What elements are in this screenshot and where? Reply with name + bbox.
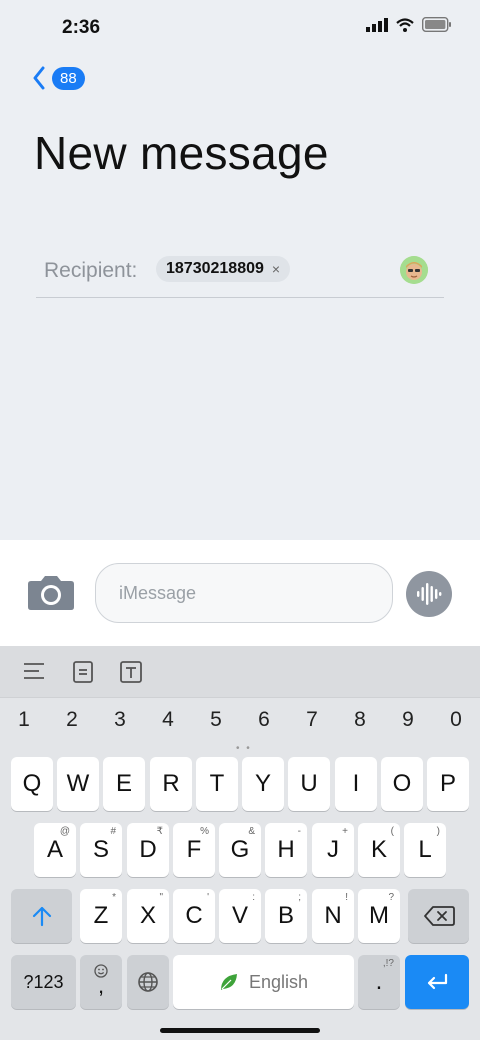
message-input-placeholder: iMessage (119, 583, 197, 603)
key-r[interactable]: R (150, 757, 192, 811)
key-3[interactable]: 3 (105, 708, 135, 732)
backspace-key[interactable] (408, 889, 469, 943)
emoji-comma-key[interactable]: , (80, 955, 122, 1009)
key-7[interactable]: 7 (297, 708, 327, 732)
symbols-key[interactable]: ?123 (11, 955, 76, 1009)
menu-lines-icon[interactable] (22, 660, 46, 687)
unread-count-badge: 88 (52, 66, 85, 90)
key-1[interactable]: 1 (9, 708, 39, 732)
key-z[interactable]: * Z (80, 889, 122, 943)
voice-input-button[interactable] (406, 571, 452, 617)
key-p[interactable]: P (427, 757, 469, 811)
key-g[interactable]: & G (219, 823, 261, 877)
key-0[interactable]: 0 (441, 708, 471, 732)
page-dots: • • (236, 743, 252, 754)
key-j[interactable]: + J (312, 823, 354, 877)
key-6[interactable]: 6 (249, 708, 279, 732)
key-d[interactable]: ₹ D (127, 823, 169, 877)
key-u[interactable]: U (288, 757, 330, 811)
key-e[interactable]: E (103, 757, 145, 811)
recipient-label: Recipient: (44, 259, 138, 282)
clipboard-icon[interactable] (71, 660, 95, 689)
key-c[interactable]: ' C (173, 889, 215, 943)
signal-icon (366, 17, 388, 32)
key-s[interactable]: # S (80, 823, 122, 877)
status-bar: 2:36 (0, 0, 480, 56)
message-input[interactable]: iMessage (95, 563, 393, 623)
key-i[interactable]: I (335, 757, 377, 811)
key-b[interactable]: ; B (265, 889, 307, 943)
key-a[interactable]: @ A (34, 823, 76, 877)
key-h[interactable]: -H (265, 823, 307, 877)
recipient-number: 18730218809 (166, 260, 264, 277)
contact-avatar-icon[interactable] (400, 256, 428, 284)
shift-arrow-icon (32, 906, 51, 927)
key-9[interactable]: 9 (393, 708, 423, 732)
shift-key[interactable] (11, 889, 72, 943)
key-w[interactable]: W (57, 757, 99, 811)
key-8[interactable]: 8 (345, 708, 375, 732)
back-button[interactable]: 88 (32, 66, 85, 90)
text-format-icon[interactable] (119, 660, 143, 689)
key-4[interactable]: 4 (153, 708, 183, 732)
recipient-field[interactable]: Recipient: 18730218809 × (36, 250, 444, 298)
space-key[interactable]: English (173, 955, 354, 1009)
key-x[interactable]: " X (127, 889, 169, 943)
remove-recipient-icon[interactable]: × (272, 261, 280, 277)
key-f[interactable]: % F (173, 823, 215, 877)
audio-waveform-icon (417, 583, 442, 605)
key-q[interactable]: Q (11, 757, 53, 811)
number-row: 1 2 3 4 5 6 7 8 9 0 (0, 708, 480, 738)
period-key[interactable]: ,!? . (358, 955, 400, 1009)
wifi-icon (396, 17, 414, 32)
key-k[interactable]: (K (358, 823, 400, 877)
space-key-label: English (248, 971, 309, 992)
return-arrow-icon (427, 973, 448, 990)
enter-key[interactable] (405, 955, 469, 1009)
key-5[interactable]: 5 (201, 708, 231, 732)
key-n[interactable]: ! N (312, 889, 354, 943)
keyboard: 1 2 3 4 5 6 7 8 9 0 • • Q W E R T Y U I … (0, 646, 480, 1040)
composer-bar: iMessage (0, 540, 480, 646)
battery-icon (422, 17, 451, 32)
key-l[interactable]: ) L (404, 823, 446, 877)
status-icons (366, 17, 452, 32)
key-m[interactable]: ? M (358, 889, 400, 943)
camera-button[interactable] (27, 573, 75, 616)
keyboard-toolbar (0, 646, 480, 698)
camera-icon (28, 576, 74, 610)
key-2[interactable]: 2 (57, 708, 87, 732)
leaf-icon (220, 974, 237, 990)
key-t[interactable]: T (196, 757, 238, 811)
recipient-chip[interactable]: 18730218809 × (156, 256, 291, 282)
backspace-icon (423, 906, 455, 926)
status-time: 2:36 (62, 17, 101, 38)
key-o[interactable]: O (381, 757, 423, 811)
page-title: New message (34, 127, 329, 179)
chevron-left-icon (33, 66, 45, 90)
home-indicator[interactable] (160, 1028, 320, 1033)
key-v[interactable]: :V (219, 889, 261, 943)
language-key[interactable] (127, 955, 169, 1009)
key-y[interactable]: Y (242, 757, 284, 811)
globe-icon (138, 972, 158, 992)
